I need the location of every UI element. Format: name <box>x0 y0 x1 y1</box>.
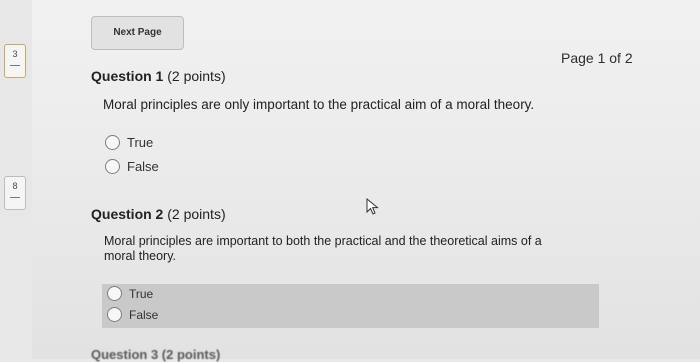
question-2-text: Moral principles are important to both t… <box>104 234 542 264</box>
question-2-text-line-2: moral theory. <box>104 249 177 263</box>
question-1-option-true[interactable]: True <box>105 134 154 152</box>
question-2-title: Question 2 <box>91 206 164 222</box>
question-nav-rail: 3 8 <box>0 0 32 359</box>
page-indicator: Page 1 of 2 <box>561 50 633 66</box>
question-1-points: (2 points) <box>167 68 226 84</box>
question-2-option-true[interactable]: True <box>107 285 154 303</box>
question-2-points: (2 points) <box>167 206 226 222</box>
mouse-pointer-icon <box>366 198 379 215</box>
next-page-button[interactable]: Next Page <box>91 16 184 50</box>
radio-unselected-icon[interactable] <box>105 159 120 174</box>
question-2-option-false[interactable]: False <box>107 306 159 324</box>
question-2-text-line-1: Moral principles are important to both t… <box>104 234 542 248</box>
question-1-title: Question 1 <box>91 68 164 84</box>
option-label: True <box>129 287 154 301</box>
option-label: False <box>127 159 159 174</box>
option-label: True <box>127 135 154 150</box>
question-1-option-false[interactable]: False <box>105 158 159 176</box>
question-nav-number: 8 <box>12 181 18 191</box>
question-nav-dash <box>10 197 20 198</box>
question-nav-item-2[interactable]: 8 <box>4 176 26 210</box>
answer-highlight-region <box>102 284 599 328</box>
question-nav-item-1[interactable]: 3 <box>4 44 26 78</box>
radio-unselected-icon[interactable] <box>107 286 122 301</box>
question-nav-number: 3 <box>12 49 18 59</box>
question-3-heading-partial: Question 3 (2 points) <box>91 347 221 362</box>
radio-unselected-icon[interactable] <box>107 307 122 322</box>
question-1-heading: Question 1 (2 points) <box>91 68 226 84</box>
question-2-heading: Question 2 (2 points) <box>91 206 226 222</box>
question-nav-dash <box>10 65 20 66</box>
radio-unselected-icon[interactable] <box>105 135 120 150</box>
option-label: False <box>129 308 159 322</box>
question-1-text: Moral principles are only important to t… <box>103 97 535 112</box>
